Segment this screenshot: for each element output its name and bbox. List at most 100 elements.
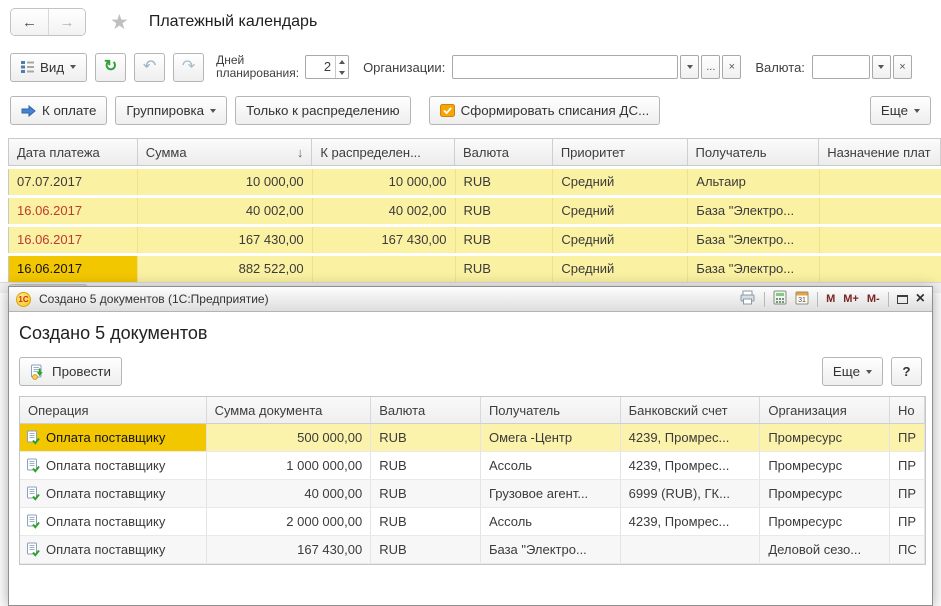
cell-amount[interactable]: 1 000 000,00 xyxy=(207,452,372,479)
cell-to_distribute[interactable]: 40 002,00 xyxy=(313,198,456,224)
post-documents-button[interactable]: Провести xyxy=(19,357,122,386)
cell-recipient[interactable]: База "Электро... xyxy=(688,198,820,224)
cell-sum[interactable]: 10 000,00 xyxy=(138,169,313,195)
column-header-currency[interactable]: Валюта xyxy=(455,139,553,165)
favorite-star-icon[interactable]: ★ xyxy=(110,10,129,35)
redo-button[interactable]: ↷ xyxy=(173,53,204,82)
cell-recipient[interactable]: Ассоль xyxy=(481,452,621,479)
currency-clear-button[interactable]: × xyxy=(893,55,912,79)
cell-org[interactable]: Деловой сезо... xyxy=(760,536,890,563)
cell-num[interactable]: ПР xyxy=(890,508,925,535)
back-button[interactable]: ← xyxy=(11,9,48,35)
cell-org[interactable]: Промресурс xyxy=(760,508,890,535)
dialog-titlebar[interactable]: 1С Создано 5 документов (1С:Предприятие) xyxy=(9,287,932,312)
cell-recipient[interactable]: База "Электро... xyxy=(688,256,820,282)
refresh-button[interactable]: ↻ xyxy=(95,53,126,82)
cell-operation[interactable]: Оплата поставщику xyxy=(20,508,207,535)
cell-operation[interactable]: Оплата поставщику xyxy=(20,424,207,451)
column-header-account[interactable]: Банковский счет xyxy=(621,397,761,423)
cell-num[interactable]: ПР xyxy=(890,480,925,507)
cell-recipient[interactable]: Ассоль xyxy=(481,508,621,535)
cell-priority[interactable]: Средний xyxy=(553,198,688,224)
cell-account[interactable]: 4239, Промрес... xyxy=(621,424,761,451)
cell-date[interactable]: 16.06.2017 xyxy=(9,256,138,282)
organizations-dropdown-button[interactable] xyxy=(680,55,699,79)
cell-recipient[interactable]: База "Электро... xyxy=(481,536,621,563)
more-button-top[interactable]: Еще xyxy=(870,96,931,125)
memory-recall-button[interactable]: M xyxy=(826,293,835,305)
cell-operation[interactable]: Оплата поставщику xyxy=(20,536,207,563)
column-header-recipient[interactable]: Получатель xyxy=(688,139,820,165)
column-header-currency[interactable]: Валюта xyxy=(371,397,481,423)
memory-plus-button[interactable]: M+ xyxy=(843,293,859,305)
currency-dropdown-button[interactable] xyxy=(872,55,891,79)
cell-recipient[interactable]: База "Электро... xyxy=(688,227,820,253)
cell-to_distribute[interactable]: 167 430,00 xyxy=(313,227,456,253)
cell-amount[interactable]: 2 000 000,00 xyxy=(207,508,372,535)
column-header-amount[interactable]: Сумма документа xyxy=(207,397,372,423)
cell-currency[interactable]: RUB xyxy=(371,508,481,535)
cell-date[interactable]: 16.06.2017 xyxy=(9,198,138,224)
column-header-num[interactable]: Но xyxy=(890,397,925,423)
forward-button[interactable]: → xyxy=(48,9,85,35)
cell-priority[interactable]: Средний xyxy=(553,227,688,253)
cell-amount[interactable]: 500 000,00 xyxy=(207,424,372,451)
cell-purpose[interactable] xyxy=(820,256,941,282)
cell-account[interactable]: 4239, Промрес... xyxy=(621,452,761,479)
cell-sum[interactable]: 167 430,00 xyxy=(138,227,313,253)
cell-priority[interactable]: Средний xyxy=(553,169,688,195)
more-button-dialog[interactable]: Еще xyxy=(822,357,883,386)
cell-num[interactable]: ПС xyxy=(890,536,925,563)
maximize-button[interactable] xyxy=(897,295,908,304)
cell-currency[interactable]: RUB xyxy=(371,424,481,451)
organizations-input[interactable] xyxy=(452,55,678,79)
cell-amount[interactable]: 167 430,00 xyxy=(207,536,372,563)
cell-currency[interactable]: RUB xyxy=(456,169,554,195)
cell-currency[interactable]: RUB xyxy=(371,480,481,507)
cell-currency[interactable]: RUB xyxy=(456,198,554,224)
cell-recipient[interactable]: Альтаир xyxy=(688,169,820,195)
undo-button[interactable]: ↶ xyxy=(134,53,165,82)
column-header-priority[interactable]: Приоритет xyxy=(553,139,688,165)
column-header-org[interactable]: Организация xyxy=(760,397,890,423)
cell-currency[interactable]: RUB xyxy=(371,452,481,479)
planning-days-stepper[interactable]: 2 xyxy=(305,55,349,79)
cell-amount[interactable]: 40 000,00 xyxy=(207,480,372,507)
cell-recipient[interactable]: Омега -Центр xyxy=(481,424,621,451)
cell-num[interactable]: ПР xyxy=(890,424,925,451)
cell-priority[interactable]: Средний xyxy=(553,256,688,282)
to-pay-button[interactable]: К оплате xyxy=(10,96,107,125)
grouping-button[interactable]: Группировка xyxy=(115,96,227,125)
cell-account[interactable]: 6999 (RUB), ГК... xyxy=(621,480,761,507)
column-header-recipient[interactable]: Получатель xyxy=(481,397,621,423)
cell-purpose[interactable] xyxy=(820,198,941,224)
cell-sum[interactable]: 882 522,00 xyxy=(138,256,313,282)
organizations-clear-button[interactable]: × xyxy=(722,55,741,79)
cell-sum[interactable]: 40 002,00 xyxy=(138,198,313,224)
view-button[interactable]: Вид xyxy=(10,53,87,82)
cell-account[interactable] xyxy=(621,536,761,563)
cell-to_distribute[interactable] xyxy=(313,256,456,282)
calendar-button[interactable]: 31 xyxy=(795,290,809,308)
column-header-to_distribute[interactable]: К распределен... xyxy=(312,139,455,165)
calculator-button[interactable] xyxy=(773,290,787,308)
cell-operation[interactable]: Оплата поставщику xyxy=(20,480,207,507)
cell-currency[interactable]: RUB xyxy=(456,256,554,282)
cell-currency[interactable]: RUB xyxy=(456,227,554,253)
cell-operation[interactable]: Оплата поставщику xyxy=(20,452,207,479)
cell-account[interactable]: 4239, Промрес... xyxy=(621,508,761,535)
form-writeoffs-button[interactable]: Сформировать списания ДС... xyxy=(429,96,661,125)
cell-org[interactable]: Промресурс xyxy=(760,480,890,507)
help-button[interactable]: ? xyxy=(891,357,922,386)
column-header-purpose[interactable]: Назначение плат xyxy=(819,139,941,165)
cell-num[interactable]: ПР xyxy=(890,452,925,479)
cell-purpose[interactable] xyxy=(820,227,941,253)
column-header-date[interactable]: Дата платежа xyxy=(9,139,138,165)
only-distribution-button[interactable]: Только к распределению xyxy=(235,96,411,125)
cell-recipient[interactable]: Грузовое агент... xyxy=(481,480,621,507)
currency-input[interactable] xyxy=(812,55,870,79)
print-button[interactable] xyxy=(739,290,756,308)
column-header-operation[interactable]: Операция xyxy=(20,397,207,423)
cell-purpose[interactable] xyxy=(820,169,941,195)
memory-minus-button[interactable]: M- xyxy=(867,293,880,305)
